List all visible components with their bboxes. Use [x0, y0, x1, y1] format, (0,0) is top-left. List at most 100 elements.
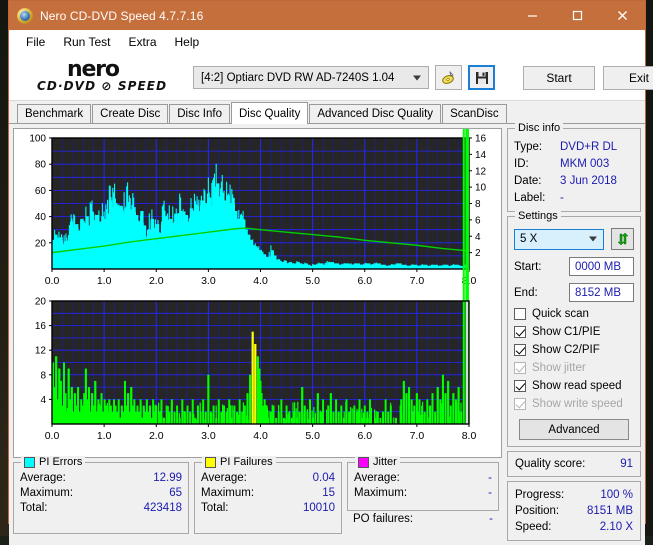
- pi-errors-legend: PI Errors: [21, 456, 85, 468]
- svg-text:6.0: 6.0: [357, 275, 372, 287]
- speed-row-status: Speed: 2.10 X: [515, 519, 633, 535]
- menu-item-extra[interactable]: Extra: [119, 33, 165, 51]
- tab-advanced-disc-quality[interactable]: Advanced Disc Quality: [309, 104, 441, 123]
- right-column: Disc info Type: DVD+R DL ID: MKM 003 Dat…: [507, 128, 641, 541]
- jitter-average-label: Average:: [354, 471, 400, 486]
- checkbox-show-jitter: Show jitter: [514, 362, 634, 374]
- menu-item-help[interactable]: Help: [166, 33, 209, 51]
- checkbox-show-c2-pif-label: Show C2/PIF: [532, 344, 600, 356]
- pi-failures-maximum-row: Maximum: 15: [201, 486, 335, 501]
- checkbox-show-c1-pie[interactable]: Show C1/PIE: [514, 326, 634, 338]
- advanced-button[interactable]: Advanced: [519, 419, 629, 440]
- position-value: 8151 MB: [587, 503, 633, 519]
- svg-text:5.0: 5.0: [305, 430, 320, 442]
- menu-item-file[interactable]: File: [17, 33, 54, 51]
- po-failures-label: PO failures:: [353, 513, 413, 525]
- checkbox-show-c2-pif[interactable]: Show C2/PIF: [514, 344, 634, 356]
- svg-text:100: 100: [29, 134, 46, 145]
- disc-quality-chart: 204060801002468101214160.01.02.03.04.05.…: [14, 129, 501, 457]
- pi-errors-total-row: Total: 423418: [20, 501, 182, 516]
- start-input-value: 0000 MB: [575, 261, 621, 273]
- tab-benchmark[interactable]: Benchmark: [17, 104, 91, 123]
- jitter-maximum-row: Maximum: -: [354, 486, 492, 501]
- svg-text:0.0: 0.0: [45, 275, 60, 287]
- start-button[interactable]: Start: [523, 66, 595, 90]
- jitter-panel: Jitter Average: - Maximum: -: [347, 462, 499, 511]
- disc-label-value: -: [560, 190, 564, 207]
- content-area: 204060801002468101214160.01.02.03.04.05.…: [9, 123, 645, 545]
- jitter-section: Jitter Average: - Maximum: - PO failures…: [347, 462, 499, 534]
- nero-logo: nero CD·DVD ⊘ SPEED: [37, 58, 185, 98]
- svg-text:7.0: 7.0: [410, 430, 425, 442]
- progress-label: Progress:: [515, 487, 564, 503]
- disc-date-value: 3 Jun 2018: [560, 173, 617, 190]
- tab-disc-quality[interactable]: Disc Quality: [231, 102, 308, 124]
- minimize-button[interactable]: [510, 1, 555, 30]
- exit-button[interactable]: Exit: [603, 66, 653, 90]
- pi-errors-total-label: Total:: [20, 501, 48, 516]
- speed-select[interactable]: 5 X: [514, 229, 604, 250]
- settings-title: Settings: [515, 210, 561, 222]
- disc-id-row: ID: MKM 003: [514, 156, 634, 173]
- svg-text:20: 20: [35, 297, 47, 308]
- svg-text:4.0: 4.0: [253, 430, 268, 442]
- checkbox-show-read-speed[interactable]: Show read speed: [514, 380, 634, 392]
- pi-errors-maximum-row: Maximum: 65: [20, 486, 182, 501]
- svg-text:6.0: 6.0: [357, 430, 372, 442]
- drive-select[interactable]: [4:2] Optiarc DVD RW AD-7240S 1.04: [193, 66, 429, 89]
- nero-logo-subtitle: CD·DVD ⊘ SPEED: [37, 79, 167, 93]
- window-title: Nero CD-DVD Speed 4.7.7.16: [40, 9, 203, 23]
- disc-label-row: Label: -: [514, 190, 634, 207]
- svg-text:4.0: 4.0: [253, 275, 268, 287]
- svg-text:7.0: 7.0: [410, 275, 425, 287]
- pi-failures-panel: PI Failures Average: 0.04 Maximum: 15 To…: [194, 462, 342, 534]
- end-field-row: End: 8152 MB: [514, 283, 634, 302]
- start-label: Start:: [514, 261, 569, 273]
- eject-disc-button[interactable]: [435, 65, 462, 90]
- speed-row: 5 X: [514, 228, 634, 250]
- title-bar: Nero CD-DVD Speed 4.7.7.16: [9, 1, 645, 30]
- speed-label: Speed:: [515, 519, 551, 535]
- pi-errors-average-row: Average: 12.99: [20, 471, 182, 486]
- disc-info-title: Disc info: [515, 122, 563, 134]
- close-button[interactable]: [600, 1, 645, 30]
- save-results-button[interactable]: [468, 65, 495, 90]
- tab-create-disc[interactable]: Create Disc: [92, 104, 168, 123]
- svg-text:12: 12: [475, 166, 487, 177]
- pi-errors-average-value: 12.99: [153, 471, 182, 486]
- progress-row: Progress: 100 %: [515, 487, 633, 503]
- end-label: End:: [514, 287, 569, 299]
- jitter-legend: Jitter: [355, 456, 400, 468]
- pi-errors-title: PI Errors: [39, 456, 82, 468]
- jitter-average-value: -: [488, 471, 492, 486]
- position-row: Position: 8151 MB: [515, 503, 633, 519]
- svg-text:8: 8: [40, 370, 46, 381]
- disc-type-label: Type:: [514, 139, 560, 156]
- checkbox-icon: [514, 380, 526, 392]
- pi-failures-average-label: Average:: [201, 471, 247, 486]
- quality-score-panel: Quality score: 91: [507, 451, 641, 477]
- disc-label-label: Label:: [514, 190, 560, 207]
- checkbox-quick-scan[interactable]: Quick scan: [514, 308, 634, 320]
- jitter-average-row: Average: -: [354, 471, 492, 486]
- svg-text:2.0: 2.0: [149, 430, 164, 442]
- maximize-button[interactable]: [555, 1, 600, 30]
- refresh-button[interactable]: [611, 228, 634, 250]
- end-input[interactable]: 8152 MB: [569, 283, 634, 302]
- menu-item-run-test[interactable]: Run Test: [54, 33, 119, 51]
- checkbox-show-read-speed-label: Show read speed: [532, 380, 622, 392]
- svg-text:0.0: 0.0: [45, 430, 60, 442]
- pi-errors-total-value: 423418: [144, 501, 182, 516]
- start-input[interactable]: 0000 MB: [569, 257, 634, 276]
- po-failures-row: PO failures: -: [347, 511, 499, 525]
- svg-text:12: 12: [35, 346, 47, 357]
- disc-type-row: Type: DVD+R DL: [514, 139, 634, 156]
- svg-text:4: 4: [40, 395, 46, 406]
- checkbox-icon: [514, 362, 526, 374]
- tab-scandisc[interactable]: ScanDisc: [442, 104, 507, 123]
- statistics-row: PI Errors Average: 12.99 Maximum: 65 Tot…: [13, 462, 502, 534]
- checkbox-icon: [514, 326, 526, 338]
- start-field-row: Start: 0000 MB: [514, 257, 634, 276]
- tab-strip: Benchmark Create Disc Disc Info Disc Qua…: [9, 101, 645, 123]
- tab-disc-info[interactable]: Disc Info: [169, 104, 230, 123]
